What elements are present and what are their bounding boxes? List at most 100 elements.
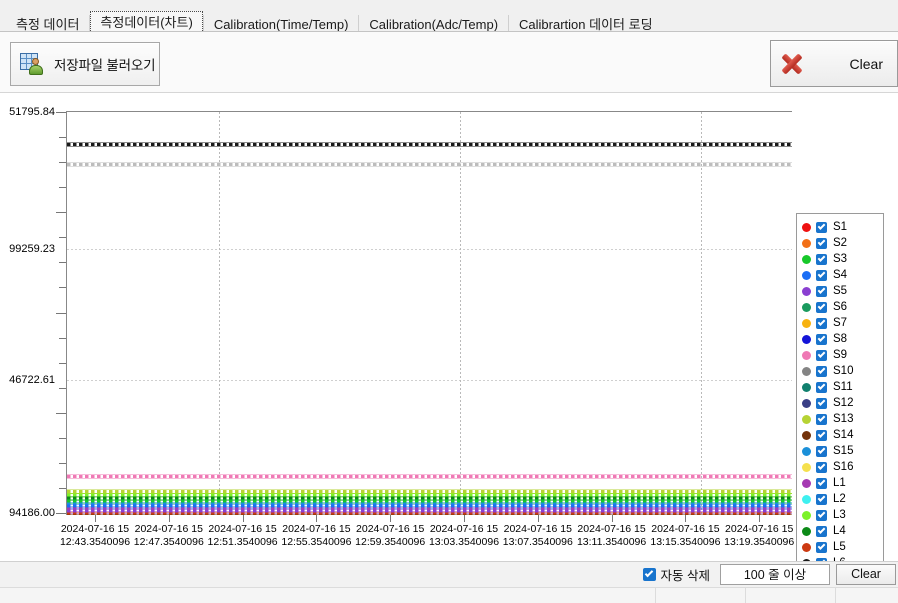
y-axis-tick bbox=[59, 137, 66, 139]
legend-item-S9[interactable]: S9 bbox=[802, 347, 883, 363]
auto-delete-label: 자동 삭제 bbox=[660, 569, 710, 583]
chart-panel: 51795.84 99259.23 46722.61 94186.00 2024-07… bbox=[0, 93, 898, 593]
legend-color-dot bbox=[802, 334, 811, 344]
legend-item-S10[interactable]: S10 bbox=[802, 363, 883, 379]
legend-color-dot bbox=[802, 494, 811, 504]
legend-checkbox-icon[interactable] bbox=[816, 493, 827, 505]
app-window: 측정 데이터 측정데이터(차트) Calibration(Time/Temp) Cal… bbox=[0, 0, 898, 603]
legend-item-S7[interactable]: S7 bbox=[802, 315, 883, 331]
series-line-S9 bbox=[67, 475, 792, 478]
legend-item-L1[interactable]: L1 bbox=[802, 475, 883, 491]
grid-person-icon bbox=[20, 52, 46, 76]
legend-item-L4[interactable]: L4 bbox=[802, 523, 883, 539]
legend-checkbox-icon[interactable] bbox=[816, 221, 827, 233]
status-bar bbox=[0, 587, 898, 603]
legend-checkbox-icon[interactable] bbox=[816, 525, 827, 537]
legend-color-dot bbox=[802, 478, 811, 488]
line-limit-input[interactable]: 100 줄 이상 bbox=[720, 564, 830, 585]
legend-checkbox-icon[interactable] bbox=[816, 429, 827, 441]
x-axis-tick bbox=[95, 515, 96, 522]
legend-item-S16[interactable]: S16 bbox=[802, 459, 883, 475]
legend-color-dot bbox=[802, 526, 811, 536]
y-axis-tick bbox=[59, 387, 66, 389]
legend-item-S3[interactable]: S3 bbox=[802, 251, 883, 267]
legend-checkbox-icon[interactable] bbox=[816, 397, 827, 409]
legend-label: S1 bbox=[833, 221, 848, 233]
y-axis-tick bbox=[56, 112, 66, 113]
legend-item-S12[interactable]: S12 bbox=[802, 395, 883, 411]
legend-checkbox-icon[interactable] bbox=[816, 253, 827, 265]
clear-log-button[interactable]: Clear bbox=[836, 564, 896, 585]
legend-item-S1[interactable]: S1 bbox=[802, 219, 883, 235]
chart-legend[interactable]: S1 S2 S3 S4 S5 S6 S7 S8 S9 S10 S11 S12 S13 S14 S15 S16 L… bbox=[796, 213, 884, 593]
legend-item-S8[interactable]: S8 bbox=[802, 331, 883, 347]
legend-label: S7 bbox=[833, 317, 848, 329]
legend-color-dot bbox=[802, 430, 811, 440]
y-axis-label: 46722.61 bbox=[9, 374, 55, 386]
legend-item-L2[interactable]: L2 bbox=[802, 491, 883, 507]
clear-chart-label: Clear bbox=[849, 55, 883, 72]
legend-label: S14 bbox=[833, 429, 854, 441]
close-icon bbox=[779, 52, 805, 76]
legend-item-S13[interactable]: S13 bbox=[802, 411, 883, 427]
legend-item-L5[interactable]: L5 bbox=[802, 539, 883, 555]
legend-color-dot bbox=[802, 270, 811, 280]
legend-checkbox-icon[interactable] bbox=[816, 269, 827, 281]
y-axis-tick bbox=[59, 162, 66, 164]
legend-color-dot bbox=[802, 350, 811, 360]
legend-item-S5[interactable]: S5 bbox=[802, 283, 883, 299]
legend-item-S11[interactable]: S11 bbox=[802, 379, 883, 395]
legend-label: S3 bbox=[833, 253, 848, 265]
x-axis-label: 2024-07-16 15 12:47.3540096 bbox=[133, 523, 204, 548]
x-axis-label: 2024-07-16 15 13:03.3540096 bbox=[428, 523, 500, 548]
x-axis-tick bbox=[242, 515, 244, 522]
legend-color-dot bbox=[802, 302, 811, 312]
legend-checkbox-icon[interactable] bbox=[816, 509, 827, 521]
legend-checkbox-icon[interactable] bbox=[816, 317, 827, 329]
legend-label: S16 bbox=[833, 461, 854, 473]
legend-label: S15 bbox=[833, 445, 854, 457]
clear-chart-button[interactable]: Clear bbox=[770, 40, 898, 87]
legend-label: S4 bbox=[833, 269, 848, 281]
y-axis-tick bbox=[56, 513, 66, 514]
legend-label: L5 bbox=[833, 541, 846, 553]
x-axis: 2024-07-16 15 12:43.3540096 2024-07-16 15 1… bbox=[60, 515, 794, 561]
legend-item-L3[interactable]: L3 bbox=[802, 507, 883, 523]
legend-checkbox-icon[interactable] bbox=[816, 477, 827, 489]
legend-checkbox-icon[interactable] bbox=[816, 237, 827, 249]
legend-checkbox-icon[interactable] bbox=[816, 413, 827, 425]
load-saved-file-button[interactable]: 저장파일 불러오기 bbox=[10, 42, 160, 86]
legend-checkbox-icon[interactable] bbox=[816, 301, 827, 313]
y-axis-tick bbox=[59, 462, 66, 464]
legend-color-dot bbox=[802, 446, 811, 456]
legend-checkbox-icon[interactable] bbox=[816, 541, 827, 553]
legend-checkbox-icon[interactable] bbox=[816, 445, 827, 457]
y-axis-label: 51795.84 bbox=[9, 106, 55, 118]
auto-delete-checkbox[interactable]: 자동 삭제 bbox=[642, 565, 710, 584]
legend-checkbox-icon[interactable] bbox=[816, 349, 827, 361]
y-axis-tick bbox=[56, 212, 66, 214]
x-axis-tick bbox=[759, 515, 761, 522]
plot-area[interactable] bbox=[66, 111, 792, 515]
legend-checkbox-icon[interactable] bbox=[816, 381, 827, 393]
legend-item-S2[interactable]: S2 bbox=[802, 235, 883, 251]
y-axis-tick bbox=[59, 287, 66, 289]
x-axis-label: 2024-07-16 15 12:55.3540096 bbox=[281, 523, 352, 548]
legend-item-S6[interactable]: S6 bbox=[802, 299, 883, 315]
legend-checkbox-icon[interactable] bbox=[816, 333, 827, 345]
legend-item-S15[interactable]: S15 bbox=[802, 443, 883, 459]
legend-checkbox-icon[interactable] bbox=[816, 365, 827, 377]
legend-color-dot bbox=[802, 318, 811, 328]
y-axis-tick bbox=[59, 187, 66, 189]
legend-color-dot bbox=[802, 382, 811, 392]
legend-checkbox-icon[interactable] bbox=[816, 461, 827, 473]
legend-color-dot bbox=[802, 510, 811, 520]
legend-checkbox-icon[interactable] bbox=[816, 285, 827, 297]
y-axis-tick bbox=[59, 262, 66, 264]
status-bar-divider bbox=[655, 588, 656, 603]
y-axis-label: 94186.00 bbox=[9, 507, 55, 519]
legend-item-S14[interactable]: S14 bbox=[802, 427, 883, 443]
legend-label: L2 bbox=[833, 493, 846, 505]
y-axis: 51795.84 99259.23 46722.61 94186.00 bbox=[0, 106, 66, 519]
legend-item-S4[interactable]: S4 bbox=[802, 267, 883, 283]
